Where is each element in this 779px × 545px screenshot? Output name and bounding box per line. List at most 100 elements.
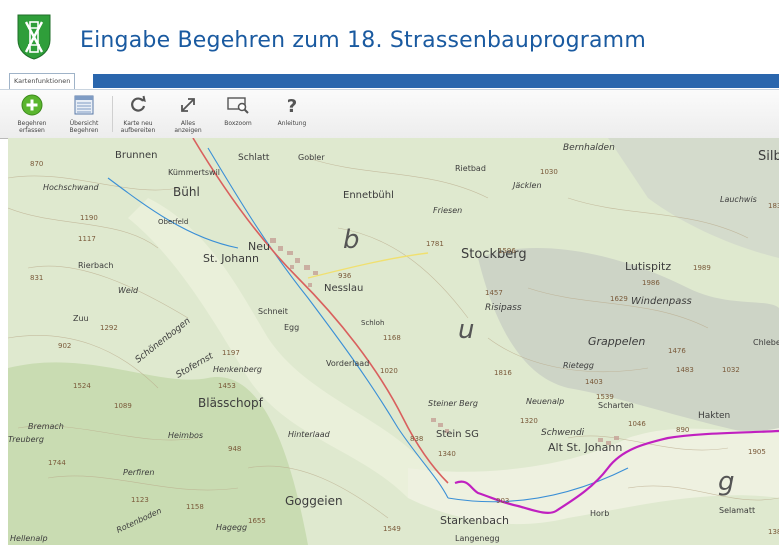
map-label-52: Langenegg — [455, 534, 500, 543]
map-label-11: Friesen — [433, 206, 462, 215]
map-label-45: Alt St. Johann — [548, 441, 622, 454]
button-label-line1: Boxzoom — [224, 120, 252, 127]
map-height-26: 1476 — [668, 347, 686, 355]
map-label-19: Nesslau — [324, 283, 363, 294]
alles-anzeigen-button[interactable]: Alles anzeigen — [166, 90, 210, 138]
map-height-24: 1403 — [585, 378, 603, 386]
map-label-32: Vorderlaad — [326, 359, 369, 368]
map-label-27: Grappelen — [588, 335, 645, 348]
toolbar: Begehren erfassen Übersicht Begehren Karte… — [0, 89, 779, 139]
map-label-8: Bühl — [173, 185, 200, 199]
map-height-7: 1524 — [73, 382, 91, 390]
button-label-line2: erfassen — [19, 127, 45, 134]
map-label-18: Rierbach — [78, 261, 113, 270]
map-height-0: 870 — [30, 160, 43, 168]
map-label-46: Perfiren — [123, 468, 154, 477]
map-label-39: Bremach — [28, 422, 64, 431]
map-label-20: Weid — [118, 286, 139, 295]
map-label-28: Chlebe — [753, 338, 779, 347]
expand-icon — [178, 93, 198, 117]
map-label-24: Schneit — [258, 307, 288, 316]
help-icon: ? — [284, 93, 300, 117]
uebersicht-begehren-button[interactable]: Übersicht Begehren — [60, 90, 108, 138]
st-gallen-coat-of-arms-logo — [17, 14, 51, 60]
app-header: Eingabe Begehren zum 18. Strassenbauprog… — [0, 0, 779, 72]
svg-text:?: ? — [287, 96, 297, 115]
anleitung-button[interactable]: ? Anleitung — [270, 90, 314, 138]
map-height-20: 1986 — [642, 279, 660, 287]
map-label-4: Kümmertswil — [168, 168, 220, 177]
map-height-38: 902 — [58, 342, 71, 350]
map-height-13: 1655 — [248, 517, 266, 525]
button-label-line1: Begehren — [17, 120, 47, 127]
map-label-9: Ennetbühl — [343, 190, 394, 201]
toolbar-separator — [112, 96, 113, 132]
map-height-29: 1046 — [628, 420, 646, 428]
map-height-28: 1320 — [520, 417, 538, 425]
map-label-35: Steiner Berg — [428, 399, 478, 408]
map-height-37: 1989 — [693, 264, 711, 272]
map-height-6: 1453 — [218, 382, 236, 390]
map-height-25: 1539 — [596, 393, 614, 401]
tab-kartenfunktionen[interactable]: Kartenfunktionen — [9, 73, 76, 89]
map-label-31: Henkenberg — [213, 365, 262, 374]
map-height-14: 1549 — [383, 525, 401, 533]
map-label-5: Rietbad — [455, 164, 486, 173]
map-label-50: Selamatt — [719, 506, 755, 515]
map-label-15: St. Johann — [203, 252, 259, 265]
map-label-12: Lauchwis — [720, 195, 757, 204]
map-label-34: Blässchopf — [198, 396, 264, 410]
refresh-icon — [128, 93, 148, 117]
map-label-23: Zuu — [73, 314, 89, 323]
button-label-line1: Alles — [180, 120, 196, 127]
map-height-31: 1340 — [438, 450, 456, 458]
boxzoom-button[interactable]: Boxzoom — [216, 90, 260, 138]
map-height-8: 1089 — [114, 402, 132, 410]
karte-neu-aufbereiten-button[interactable]: Karte neu aufbereiten — [114, 90, 162, 138]
begehren-erfassen-button[interactable]: Begehren erfassen — [10, 90, 54, 138]
map-label-13: Oberfeld — [158, 218, 188, 226]
map-label-36: Neuenalp — [526, 397, 564, 406]
button-label-line2: aufbereiten — [120, 127, 156, 134]
map-label-3: Bernhalden — [563, 143, 615, 153]
map-label-51: Hagegg — [216, 523, 247, 532]
map-height-9: 948 — [228, 445, 241, 453]
map-height-16: 1781 — [426, 240, 444, 248]
map-label-41: Hinterlaad — [288, 430, 331, 439]
boxzoom-icon — [226, 93, 250, 117]
button-label-line1: Karte neu — [123, 120, 153, 127]
map-height-21: 1168 — [383, 334, 401, 342]
map-region-letter-0: b — [343, 225, 360, 255]
map-label-44: Stein SG — [436, 429, 479, 440]
map-label-42: Schwendi — [541, 428, 585, 438]
map-height-30: 838 — [410, 435, 423, 443]
map-height-10: 1744 — [48, 459, 66, 467]
map-height-5: 1197 — [222, 349, 240, 357]
map-label-25: Egg — [284, 323, 299, 332]
map-label-37: Scharten — [598, 401, 634, 410]
tab-bar-strip — [93, 74, 779, 88]
map-canvas[interactable]: Brunnen Schlatt Gobler Bernhalden Kümmertswi… — [8, 138, 779, 545]
map-height-27: 1483 — [676, 366, 694, 374]
map-label-17: Lutispitz — [625, 260, 671, 273]
map-height-11: 1123 — [131, 496, 149, 504]
button-label-line1: Anleitung — [277, 120, 307, 127]
map-label-33: Rietegg — [563, 361, 594, 370]
map-height-17: 1596 — [498, 247, 516, 255]
map-region-letter-2: g — [718, 467, 735, 497]
map-label-49: Horb — [590, 509, 609, 518]
map-height-22: 1020 — [380, 367, 398, 375]
map-label-43: Treuberg — [8, 435, 44, 444]
map-height-39: 1838 — [768, 202, 779, 210]
map-height-32: 890 — [676, 426, 689, 434]
map-label-26: Schloh — [361, 319, 384, 327]
map-label-53: Hellenalp — [10, 534, 48, 543]
map-region-letter-1: u — [458, 315, 474, 345]
map-height-23: 1816 — [494, 369, 512, 377]
list-overview-icon — [73, 93, 95, 117]
map-label-40: Heimbos — [168, 431, 203, 440]
map-height-19: 1629 — [610, 295, 628, 303]
map-height-15: 1030 — [540, 168, 558, 176]
map-label-7: Hochschwand — [43, 183, 100, 192]
button-label-line2: Begehren — [69, 127, 99, 134]
